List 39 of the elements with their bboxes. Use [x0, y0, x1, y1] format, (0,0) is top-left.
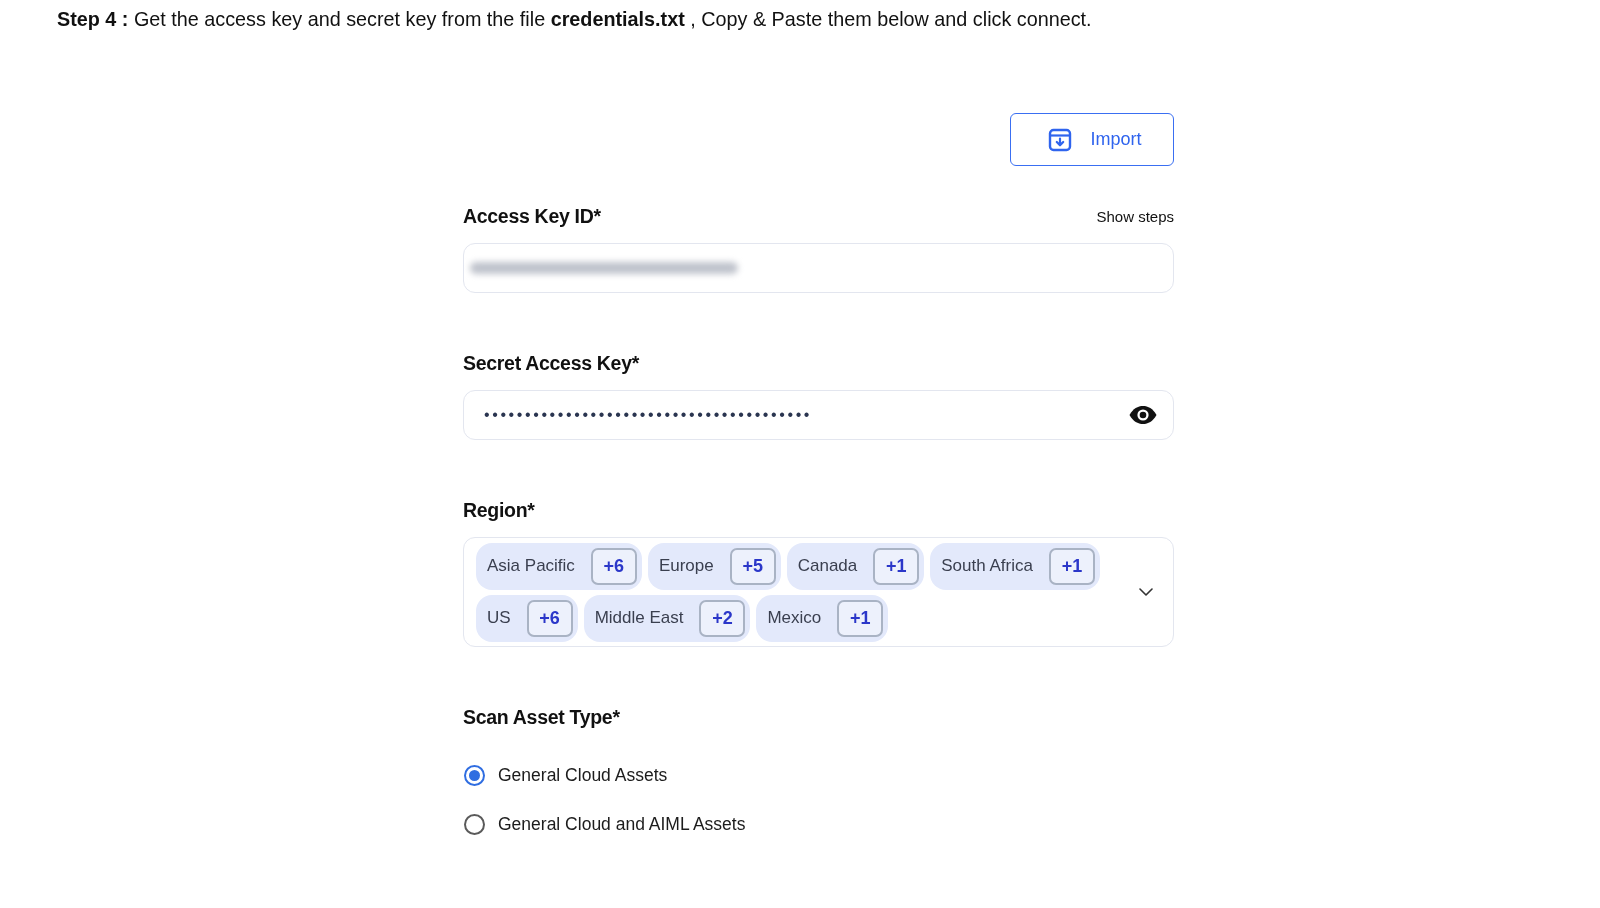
count-badge: +1 — [1048, 547, 1095, 585]
region-chip[interactable]: Canada +1 — [786, 542, 925, 590]
count-badge: +6 — [526, 599, 573, 637]
secret-key-input[interactable]: •••••••••••••••••••••••••••••••••••••••• — [463, 390, 1174, 440]
region-chip[interactable]: Mexico +1 — [756, 594, 889, 642]
eye-icon[interactable] — [1129, 406, 1157, 424]
field-label: Scan Asset Type* — [463, 705, 620, 729]
import-icon — [1048, 127, 1073, 152]
count-badge: +6 — [590, 547, 637, 585]
count-badge: +5 — [729, 547, 776, 585]
chevron-down-icon[interactable] — [1139, 588, 1153, 596]
chip-label: Canada — [797, 556, 858, 576]
chip-label: US — [487, 608, 511, 628]
region-chip[interactable]: Asia Pacific +6 — [476, 542, 642, 590]
access-key-input[interactable] — [463, 243, 1174, 293]
chip-label: Asia Pacific — [487, 556, 575, 576]
chip-label: Europe — [658, 556, 714, 576]
show-steps-link[interactable]: Show steps — [1096, 207, 1174, 225]
chip-label: South Africa — [941, 556, 1033, 576]
instruction-text: Step 4 : Get the access key and secret key from the file credentials.txt , Copy & Paste them below and click connect. — [57, 8, 1092, 30]
count-badge: +1 — [873, 547, 920, 585]
import-button[interactable]: Import — [1010, 113, 1174, 166]
region-chip[interactable]: Europe +5 — [647, 542, 781, 590]
masked-value: •••••••••••••••••••••••••••••••••••••••• — [484, 406, 813, 424]
region-chip[interactable]: US +6 — [476, 594, 578, 642]
region-select[interactable]: Asia Pacific +6 Europe +5 Canada +1 South Africa +1 US +6 Middle East +2 Mexico +1 — [463, 537, 1174, 647]
count-badge: +2 — [699, 599, 746, 637]
region-chip[interactable]: Middle East +2 — [583, 594, 751, 642]
radio-button[interactable] — [464, 764, 485, 786]
field-label: Secret Access Key* — [463, 351, 639, 375]
chip-label: Middle East — [594, 608, 684, 628]
chip-label: Mexico — [767, 608, 822, 628]
count-badge: +1 — [837, 599, 884, 637]
field-label: Access Key ID* — [463, 204, 601, 228]
radio-label[interactable]: General Cloud Assets — [498, 764, 668, 786]
region-chip[interactable]: South Africa +1 — [930, 542, 1100, 590]
field-label: Region* — [463, 498, 535, 522]
radio-button[interactable] — [464, 813, 485, 835]
radio-label[interactable]: General Cloud and AIML Assets — [498, 813, 746, 835]
